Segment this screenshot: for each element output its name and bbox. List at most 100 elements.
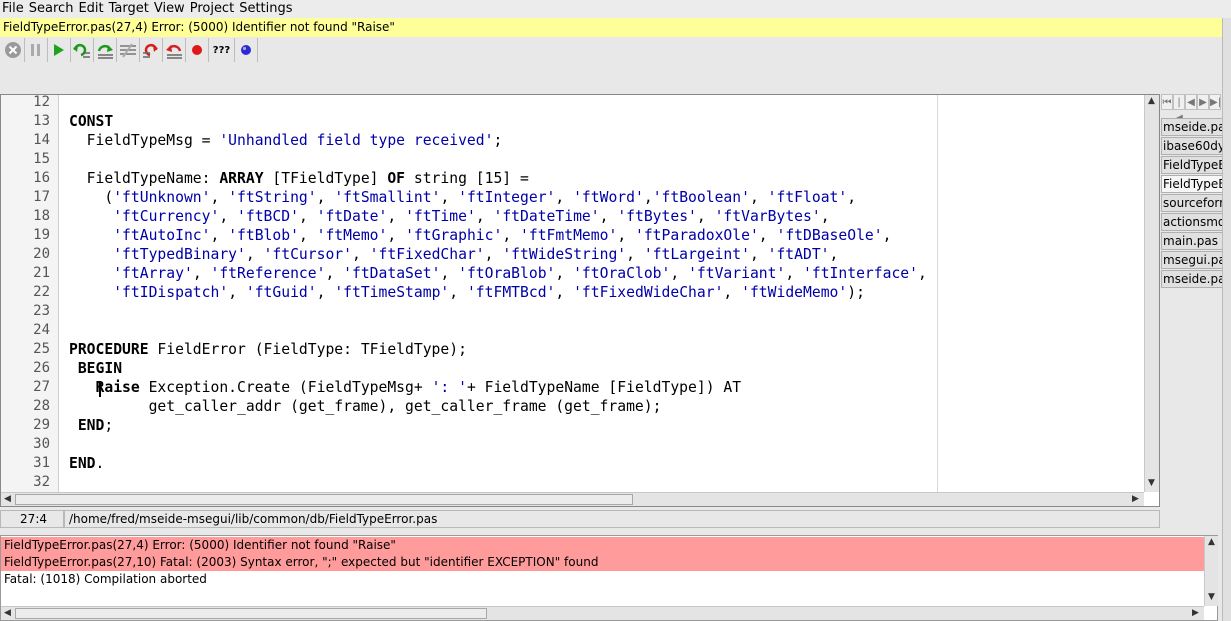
messages-scroll-down-icon[interactable]: ▼: [1208, 592, 1215, 602]
tab-prev-icon[interactable]: ◀: [1185, 94, 1197, 110]
horizontal-scroll-thumb[interactable]: [15, 494, 633, 505]
code-text: ,: [228, 284, 246, 301]
code-keyword: OF: [387, 170, 406, 187]
code-string: 'ftADT': [767, 246, 830, 263]
code-string: 'Unhandled field type received': [219, 132, 494, 149]
code-text: Exception.Create (FieldTypeMsg+: [139, 379, 432, 396]
finish-icon: [120, 43, 136, 58]
code-string: 'ftString': [228, 189, 317, 206]
file-tab[interactable]: msegui.pas: [1161, 251, 1223, 269]
code-text: FieldTypeMsg =: [69, 132, 220, 149]
file-tab[interactable]: mseide.pas: [1161, 270, 1223, 288]
code-string: 'ftSmallint': [334, 189, 441, 206]
scroll-down-icon[interactable]: ▼: [1148, 478, 1155, 488]
code-text: ,: [298, 227, 317, 244]
file-tab[interactable]: ibase60dyn.pas: [1161, 137, 1223, 155]
message-line[interactable]: Fatal: (1018) Compilation aborted: [1, 571, 1204, 588]
scroll-up-icon[interactable]: ▲: [1148, 96, 1155, 106]
file-tab[interactable]: main.pas: [1161, 232, 1223, 250]
code-string: 'ftGuid': [245, 284, 317, 301]
message-line[interactable]: FieldTypeError.pas(27,10) Fatal: (2003) …: [1, 554, 1204, 571]
line-number: 18: [33, 208, 50, 224]
menu-bar: File Search Edit Target View Project Set…: [0, 0, 1231, 18]
file-tab-list: ⏮ |◀ ◀ ▶ ▶| mseide.pasibase60dyn.pasFiel…: [1161, 94, 1223, 524]
code-text: ,: [696, 208, 715, 225]
step-back-button[interactable]: [140, 38, 163, 62]
source-editor[interactable]: 12 13 14 15 16 17 18 19 20 21 22 23 24 25 26 27 28 29 30 31…: [0, 94, 1160, 507]
tab-first-icon[interactable]: ⏮: [1161, 94, 1173, 110]
step-into-button[interactable]: [71, 38, 94, 62]
messages-horizontal-scrollbar[interactable]: ◀ ▶: [1, 606, 1204, 620]
code-keyword: BEGIN: [77, 360, 123, 377]
messages-scroll-left-icon[interactable]: ◀: [4, 608, 11, 618]
messages-scroll-right-icon[interactable]: ▶: [1192, 608, 1199, 618]
code-string: 'ftUnknown': [113, 189, 211, 206]
window-right-splitter[interactable]: [1222, 18, 1231, 621]
pause-button[interactable]: [25, 38, 48, 62]
menu-file[interactable]: File: [0, 0, 27, 18]
scroll-right-icon[interactable]: ▶: [1132, 494, 1139, 504]
messages-vertical-scrollbar[interactable]: ▲ ▼: [1204, 536, 1218, 606]
code-string: 'ftFMTBcd': [466, 284, 556, 301]
menu-target[interactable]: Target: [107, 0, 152, 18]
watch-button[interactable]: ???: [209, 38, 235, 62]
tab-last-icon[interactable]: ▶|: [1209, 94, 1221, 110]
step-back-icon: [143, 43, 158, 58]
file-tab[interactable]: FieldTypeError.pas: [1161, 175, 1223, 193]
messages-scroll-up-icon[interactable]: ▲: [1208, 537, 1215, 547]
line-number: 28: [33, 398, 50, 414]
code-string: 'ftWord': [573, 189, 644, 206]
code-text: ,: [325, 265, 344, 282]
finish-button[interactable]: [117, 38, 140, 62]
code-line: 'ftAutoInc', 'ftBlob', 'ftMemo', 'ftGrap…: [69, 226, 891, 245]
file-tab[interactable]: FieldTypeError.pas: [1161, 156, 1223, 174]
break-button[interactable]: [163, 38, 186, 62]
messages-scroll-thumb[interactable]: [15, 608, 487, 619]
file-tab[interactable]: actionsmodule.pas: [1161, 213, 1223, 231]
line-number: 24: [33, 322, 50, 338]
file-tab[interactable]: mseide.pas: [1161, 118, 1223, 136]
step-into-icon: [73, 43, 90, 58]
code-text: ,: [449, 284, 467, 301]
code-text: get_caller_addr (get_frame), get_caller_…: [69, 398, 662, 415]
code-string: 'ftParadoxOle': [635, 227, 759, 244]
line-number: 15: [33, 151, 50, 167]
menu-project[interactable]: Project: [188, 0, 237, 18]
menu-settings[interactable]: Settings: [237, 0, 295, 18]
code-string: 'ftBCD': [237, 208, 299, 225]
file-tab[interactable]: sourceform.pas: [1161, 194, 1223, 212]
code-string: 'ftAutoInc': [113, 227, 211, 244]
code-text: ,: [847, 189, 857, 206]
menu-search[interactable]: Search: [27, 0, 77, 18]
text-cursor: [99, 381, 101, 397]
tab-first-alt-icon[interactable]: |◀: [1173, 94, 1185, 124]
code-text: );: [847, 284, 865, 301]
blue-dot-button[interactable]: [235, 38, 258, 62]
stop-button[interactable]: [2, 38, 25, 62]
tab-next-icon[interactable]: ▶: [1197, 94, 1209, 110]
editor-vertical-scrollbar[interactable]: ▲ ▼: [1144, 95, 1159, 492]
code-text: ;: [104, 417, 114, 434]
code-text: FieldTypeName:: [69, 170, 220, 187]
step-over-button[interactable]: [94, 38, 117, 62]
code-line: Raise Exception.Create (FieldTypeMsg+ ':…: [69, 378, 742, 397]
code-string: 'ftInterface': [803, 265, 918, 282]
breakpoint-button[interactable]: [186, 38, 209, 62]
code-string: 'ftFixedChar': [369, 246, 485, 263]
scroll-left-icon[interactable]: ◀: [4, 494, 11, 504]
step-over-icon: [97, 44, 113, 59]
code-string: 'ftCurrency': [113, 208, 220, 225]
editor-horizontal-scrollbar[interactable]: ◀ ▶: [1, 492, 1144, 506]
code-text: ,: [351, 246, 370, 263]
code-string: 'ftIDispatch': [113, 284, 229, 301]
menu-view[interactable]: View: [152, 0, 188, 18]
code-string: 'ftDataSet': [343, 265, 441, 282]
run-button[interactable]: [48, 38, 71, 62]
message-line[interactable]: FieldTypeError.pas(27,4) Error: (5000) I…: [1, 537, 1204, 554]
menu-edit[interactable]: Edit: [76, 0, 106, 18]
code-area[interactable]: CONST FieldTypeMsg = 'Unhandled field ty…: [69, 95, 1143, 492]
code-text: ,: [387, 227, 406, 244]
code-string: 'ftVariant': [688, 265, 786, 282]
